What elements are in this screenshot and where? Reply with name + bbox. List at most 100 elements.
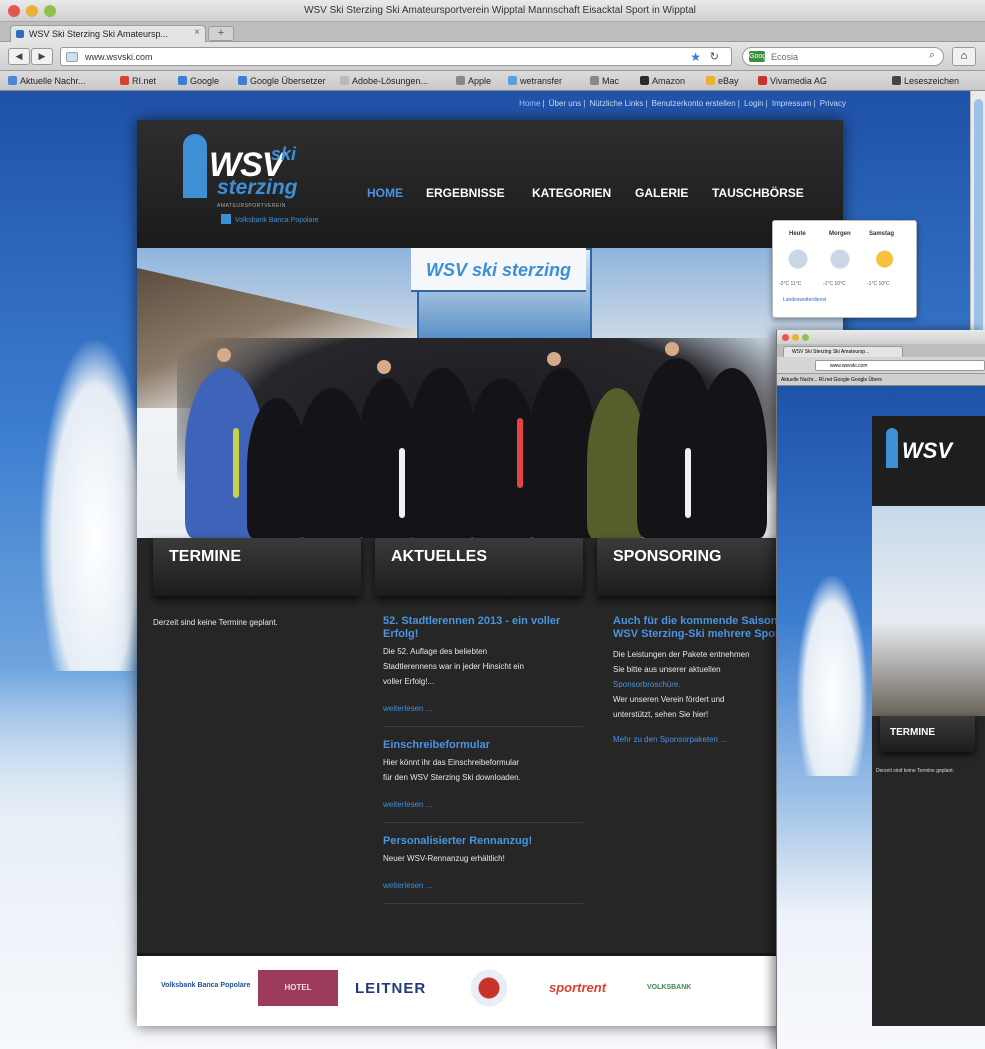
- weather-service-link[interactable]: Landeswetterdienst: [783, 297, 826, 303]
- bookmarks-bar-2: Aktuelle Nachr... RI.net Google Google Ü…: [777, 374, 985, 386]
- weather-day: Samstag: [869, 231, 895, 237]
- news-title[interactable]: 52. Stadtlerennen 2013 - ein voller Erfo…: [383, 615, 583, 641]
- site-container-2: WSV TERMINE Derzeit sind keine Termine g…: [872, 416, 985, 1026]
- sponsor-logo-leitner[interactable]: LEITNER: [355, 980, 426, 1006]
- bookmark-item[interactable]: Leseszeichen: [892, 76, 959, 86]
- termine-box-2[interactable]: TERMINE: [880, 716, 975, 752]
- news-text: Neuer WSV-Rennanzug erhältlich!: [383, 854, 505, 863]
- top-link-home[interactable]: Home: [519, 99, 540, 108]
- top-link-register[interactable]: Benutzerkonto erstellen: [652, 99, 736, 108]
- news-text: voller Erfolg!...: [383, 677, 435, 686]
- search-engine-icon[interactable]: Google: [749, 51, 772, 62]
- logo-sponsor: Volksbank Banca Popolare: [221, 214, 319, 224]
- news-item: Einschreibeformular Hier könnt ihr das E…: [383, 739, 583, 823]
- nav-galerie[interactable]: GALERIE: [635, 186, 688, 200]
- forward-button[interactable]: ▶: [31, 48, 53, 65]
- navigation-bar-2: www.wsvski.com: [777, 357, 985, 374]
- wsv-logo[interactable]: WSV ski sterzing AMATEURSPORTVEREIN Volk…: [147, 128, 322, 238]
- home-button[interactable]: ⌂: [952, 47, 976, 66]
- minimize-window-button-2[interactable]: [792, 334, 799, 341]
- aktuelles-column: 52. Stadtlerennen 2013 - ein voller Erfo…: [383, 615, 583, 916]
- nav-home[interactable]: HOME: [367, 186, 403, 200]
- search-icon[interactable]: ⌕: [929, 49, 935, 62]
- favicon-icon: [16, 30, 24, 38]
- bookmark-star-icon[interactable]: ★: [690, 50, 701, 64]
- termine-heading: TERMINE: [169, 548, 241, 565]
- logo-sterzing-text: sterzing: [217, 176, 298, 199]
- nav-ergebnisse[interactable]: ERGEBNISSE: [426, 186, 505, 200]
- title-bar-2: [777, 330, 985, 344]
- bookmark-item[interactable]: Aktuelle Nachr...: [8, 76, 86, 86]
- bookmark-item[interactable]: Mac: [590, 76, 619, 86]
- weather-temp: -1°C 10°C: [867, 281, 890, 287]
- sponsor-logo-volksbank-2[interactable]: VOLKSBANK: [647, 984, 691, 1010]
- bookmark-item[interactable]: Amazon: [640, 76, 685, 86]
- sponsor-logo-volksbank[interactable]: Volksbank Banca Popolare: [161, 982, 250, 1008]
- minimize-window-button[interactable]: [26, 5, 38, 17]
- bookmark-item[interactable]: Vivamedia AG: [758, 76, 827, 86]
- rain-cloud-icon: [827, 247, 853, 269]
- reload-icon[interactable]: ↻: [710, 50, 719, 63]
- partly-cloudy-icon: [785, 247, 811, 269]
- back-button[interactable]: ◀: [8, 48, 30, 65]
- tab-close-icon[interactable]: ×: [194, 27, 200, 38]
- new-tab-button[interactable]: +: [208, 26, 234, 41]
- read-more-link[interactable]: weiterlesen ...: [383, 797, 583, 823]
- sponsor-crest-logo[interactable]: [471, 968, 507, 1008]
- screenshot-stage: WSV Ski Sterzing Ski Amateursportverein …: [0, 0, 985, 1049]
- sponsor-logo-sportrent[interactable]: sportrent: [549, 980, 606, 1006]
- news-title[interactable]: Personalisierter Rennanzug!: [383, 835, 583, 848]
- bookmark-item[interactable]: Google: [178, 76, 219, 86]
- tab-wsv-ski[interactable]: WSV Ski Sterzing Ski Amateursp... ×: [10, 25, 206, 42]
- tab-bar: WSV Ski Sterzing Ski Amateursp... × +: [0, 22, 985, 42]
- zoom-window-button[interactable]: [44, 5, 56, 17]
- read-more-link[interactable]: weiterlesen ...: [383, 701, 583, 727]
- weather-temp: -2°C 11°C: [779, 281, 802, 287]
- top-link-privacy[interactable]: Privacy: [820, 99, 846, 108]
- site-header: WSV ski sterzing AMATEURSPORTVEREIN Volk…: [137, 120, 843, 248]
- aktuelles-heading: AKTUELLES: [391, 548, 487, 565]
- url-bar[interactable]: www.wsvski.com ★ ↻: [60, 47, 732, 66]
- url-text: www.wsvski.com: [85, 52, 153, 62]
- top-link-links[interactable]: Nützliche Links: [590, 99, 644, 108]
- hero-photo-2: [872, 506, 985, 716]
- news-title[interactable]: Einschreibeformular: [383, 739, 583, 752]
- url-bar-2[interactable]: www.wsvski.com: [815, 360, 985, 371]
- search-placeholder: Ecosia: [771, 52, 799, 62]
- site-container: WSV ski sterzing AMATEURSPORTVEREIN Volk…: [137, 120, 843, 1026]
- logo-ski-text: ski: [271, 144, 297, 164]
- aktuelles-box[interactable]: AKTUELLES: [375, 538, 583, 596]
- second-browser-window: WSV Ski Sterzing Ski Amateursp... www.ws…: [776, 330, 985, 1049]
- bookmark-item[interactable]: eBay: [706, 76, 739, 86]
- volksbank-icon: [221, 214, 231, 224]
- bookmark-item[interactable]: Apple: [456, 76, 491, 86]
- tab-bar-2: WSV Ski Sterzing Ski Amateursp...: [777, 344, 985, 357]
- close-window-button-2[interactable]: [782, 334, 789, 341]
- top-link-imprint[interactable]: Impressum: [772, 99, 812, 108]
- termine-box[interactable]: TERMINE: [153, 538, 361, 596]
- termine-heading-2: TERMINE: [890, 727, 935, 738]
- nav-tauschboerse[interactable]: TAUSCHBÖRSE: [712, 186, 804, 200]
- tab-label-2[interactable]: WSV Ski Sterzing Ski Amateursp...: [783, 346, 903, 357]
- hero-photo: WSV ski sterzing: [137, 248, 843, 538]
- search-bar[interactable]: Google Ecosia ⌕: [742, 47, 944, 66]
- zoom-window-button-2[interactable]: [802, 334, 809, 341]
- bookmark-item[interactable]: wetransfer: [508, 76, 562, 86]
- logo-wsv-text-2[interactable]: WSV: [902, 438, 952, 464]
- tower-icon: [886, 428, 898, 468]
- ski-image: [399, 448, 405, 518]
- person-face: [665, 342, 679, 356]
- termine-text-2: Derzeit sind keine Termine geplant.: [876, 768, 955, 774]
- bookmark-item[interactable]: Adobe-Lösungen...: [340, 76, 428, 86]
- site-identity-icon: [66, 52, 78, 62]
- top-link-about[interactable]: Über uns: [549, 99, 581, 108]
- bookmark-item[interactable]: RI.net: [120, 76, 156, 86]
- top-link-login[interactable]: Login: [744, 99, 764, 108]
- person-face: [547, 352, 561, 366]
- bookmark-item[interactable]: Google Übersetzer: [238, 76, 326, 86]
- read-more-link[interactable]: weiterlesen ...: [383, 878, 583, 904]
- sponsor-logo-hotel[interactable]: HOTEL: [258, 970, 338, 1006]
- nav-kategorien[interactable]: KATEGORIEN: [532, 186, 611, 200]
- web-page-2: WSV TERMINE Derzeit sind keine Termine g…: [777, 386, 985, 1049]
- close-window-button[interactable]: [8, 5, 20, 17]
